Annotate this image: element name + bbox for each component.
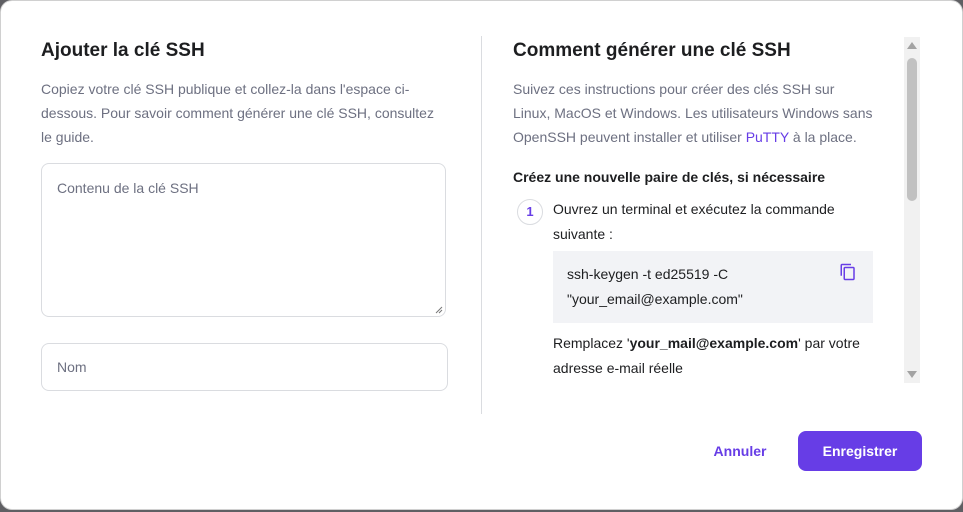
step-1: 1 Ouvrez un terminal et exécutez la comm…: [513, 197, 873, 381]
guide-title: Comment générer une clé SSH: [513, 40, 791, 61]
name-placeholder: Nom: [57, 359, 87, 375]
command-line-2: "your_email@example.com": [567, 291, 743, 307]
putty-link[interactable]: PuTTY: [746, 129, 789, 145]
note-text: Remplacez ': [553, 335, 630, 351]
guide-section[interactable]: Comment générer une clé SSH Suivez ces i…: [513, 37, 873, 391]
guide-description-end: à la place.: [789, 129, 857, 145]
add-key-section: Ajouter la clé SSH Copiez votre clé SSH …: [41, 37, 448, 149]
cancel-button[interactable]: Annuler: [705, 431, 775, 471]
name-input[interactable]: Nom: [41, 343, 448, 391]
command-block: ssh-keygen -t ed25519 -C "your_email@exa…: [553, 251, 873, 323]
command-line-1: ssh-keygen -t ed25519 -C: [567, 266, 729, 282]
add-key-title: Ajouter la clé SSH: [41, 40, 205, 61]
step-text: Ouvrez un terminal et exécutez la comman…: [553, 201, 835, 242]
copy-icon[interactable]: [839, 263, 857, 281]
save-button[interactable]: Enregistrer: [798, 431, 922, 471]
note-email: your_mail@example.com: [629, 335, 799, 351]
scrollbar-thumb[interactable]: [907, 58, 917, 201]
ssh-key-placeholder: Contenu de la clé SSH: [57, 180, 199, 196]
ssh-key-content-input[interactable]: Contenu de la clé SSH: [41, 163, 446, 317]
scroll-up-icon[interactable]: [907, 42, 917, 49]
scroll-down-icon[interactable]: [907, 371, 917, 378]
guide-scrollbar[interactable]: [904, 37, 920, 383]
step-note: Remplacez 'your_mail@example.com' par vo…: [553, 331, 873, 381]
resize-grip-icon[interactable]: [435, 306, 443, 314]
add-key-description: Copiez votre clé SSH publique et collez-…: [41, 81, 434, 145]
guide-subheading: Créez une nouvelle paire de clés, si néc…: [513, 169, 826, 185]
column-divider: [481, 36, 482, 414]
step-number: 1: [517, 199, 543, 225]
add-ssh-key-dialog: Ajouter la clé SSH Copiez votre clé SSH …: [0, 0, 963, 510]
guide-description: Suivez ces instructions pour créer des c…: [513, 77, 873, 149]
